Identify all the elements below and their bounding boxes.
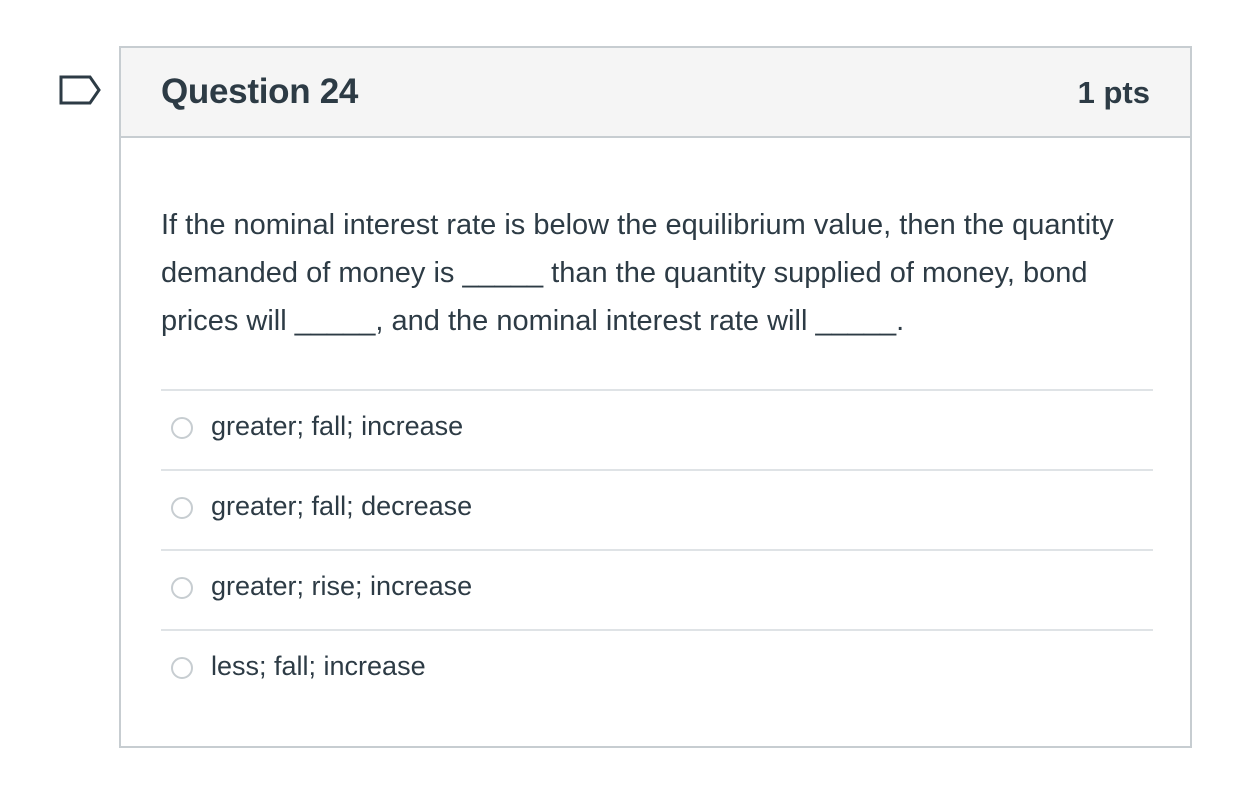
question-header: Question 24 1 pts — [121, 48, 1190, 138]
answer-label[interactable]: greater; rise; increase — [211, 571, 472, 602]
radio-button[interactable] — [171, 657, 193, 679]
question-text: If the nominal interest rate is below th… — [161, 209, 1114, 337]
answer-option[interactable]: less; fall; increase — [161, 631, 1153, 709]
answer-option[interactable]: greater; fall; decrease — [161, 471, 1153, 551]
radio-button[interactable] — [171, 417, 193, 439]
question-card: Question 24 1 pts If the nominal interes… — [119, 46, 1192, 748]
question-points: 1 pts — [1077, 75, 1150, 110]
answer-option[interactable]: greater; rise; increase — [161, 551, 1153, 631]
radio-button[interactable] — [171, 577, 193, 599]
answer-label[interactable]: less; fall; increase — [211, 651, 426, 682]
answer-label[interactable]: greater; fall; increase — [211, 411, 463, 442]
answer-option[interactable]: greater; fall; increase — [161, 391, 1153, 471]
question-title: Question 24 — [161, 72, 359, 111]
flag-question-icon[interactable] — [59, 75, 101, 105]
answer-list: greater; fall; increase greater; fall; d… — [161, 389, 1153, 709]
answer-label[interactable]: greater; fall; decrease — [211, 491, 472, 522]
radio-button[interactable] — [171, 497, 193, 519]
